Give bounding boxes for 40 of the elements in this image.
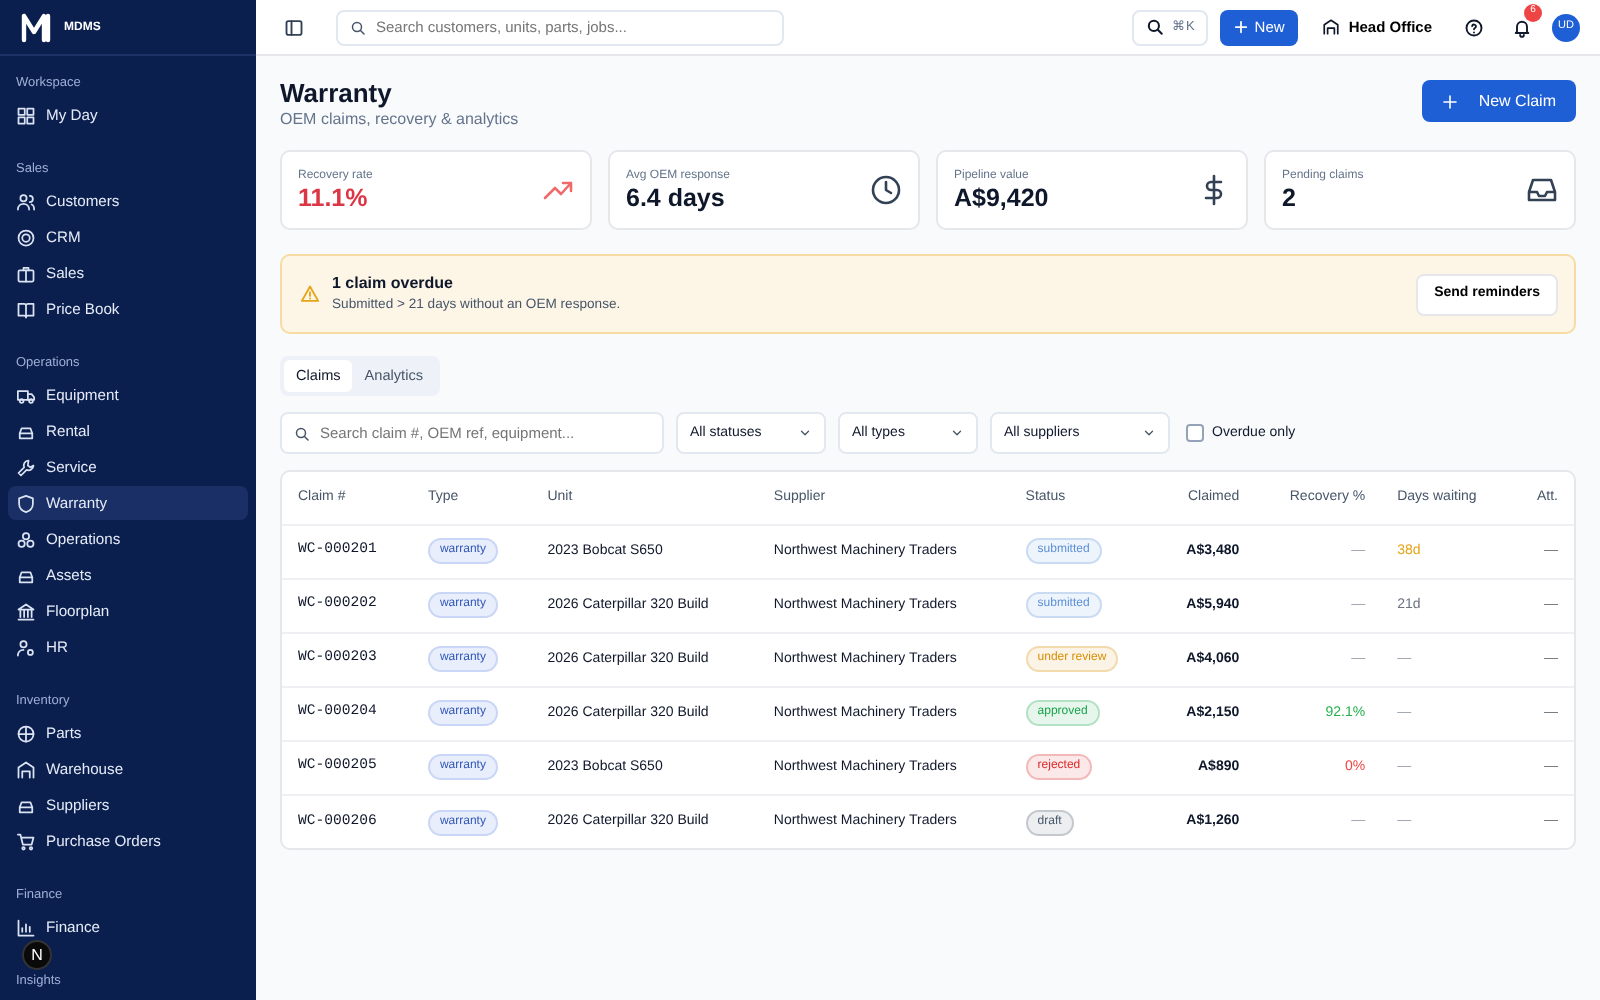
bell-icon [1512,17,1532,37]
warehouse-icon [16,759,36,779]
search-icon [294,425,310,442]
inbox-icon [1526,174,1558,207]
building-icon [1322,18,1341,36]
chevron-down-icon [1142,426,1156,441]
shield-icon [16,493,36,513]
cubes-icon [16,529,36,549]
briefcase-icon [16,263,36,283]
search-icon [1145,18,1164,36]
plus-icon [1442,93,1459,109]
plus-icon [1234,20,1249,34]
kpi-value: A$9,420 [954,185,1049,214]
overdue-checkbox[interactable] [1186,424,1204,443]
target-icon [16,227,36,247]
chevron-down-icon [950,426,964,441]
chart-icon [16,917,36,937]
person-icon [16,637,36,657]
help-icon [1464,17,1484,37]
grid-icon [16,105,36,125]
cart-icon [16,831,36,851]
alert-title: 1 claim overdue [332,272,455,297]
warning-icon [300,284,320,305]
new-claim-button[interactable]: New Claim [1422,80,1576,122]
kpi-value: 11.1% [298,185,370,214]
chevron-down-icon [798,426,812,441]
logo-icon [18,11,54,43]
page-title: Warranty [280,80,394,109]
search-icon [350,19,366,35]
dev-tools-button[interactable]: N [22,940,52,970]
page-subtitle: OEM claims, recovery & analytics [280,108,519,133]
book-icon [16,299,36,319]
panel-icon [284,17,304,37]
kpi-value: 6.4 days [626,185,727,214]
people-icon [16,191,36,211]
bank-icon [16,601,36,621]
kpi-value: 2 [1282,185,1298,214]
wrench-icon [16,457,36,477]
truck-icon [16,385,36,405]
clock-icon [870,174,902,207]
